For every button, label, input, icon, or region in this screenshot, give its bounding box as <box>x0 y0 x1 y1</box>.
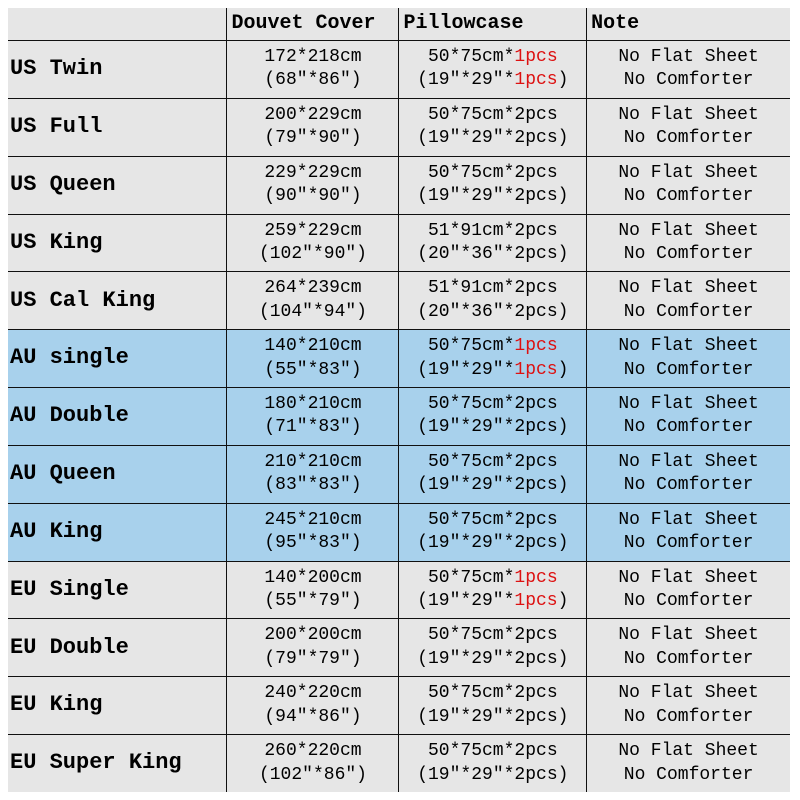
cell-note: No Flat SheetNo Comforter <box>587 214 790 272</box>
header-pillow: Pillowcase <box>399 8 587 41</box>
cell-size: EU Single <box>8 561 227 619</box>
cell-duvet: 229*229cm(90″*90″) <box>227 156 399 214</box>
cell-pillowcase: 50*75cm*2pcs(19″*29″*2pcs) <box>399 735 587 792</box>
cell-size: EU Double <box>8 619 227 677</box>
cell-duvet: 200*229cm(79″*90″) <box>227 98 399 156</box>
cell-note: No Flat SheetNo Comforter <box>587 41 790 99</box>
cell-pillowcase: 50*75cm*2pcs(19″*29″*2pcs) <box>399 677 587 735</box>
cell-size: AU single <box>8 330 227 388</box>
cell-pillowcase: 51*91cm*2pcs(20″*36″*2pcs) <box>399 272 587 330</box>
cell-size: US King <box>8 214 227 272</box>
cell-note: No Flat SheetNo Comforter <box>587 98 790 156</box>
cell-size: EU King <box>8 677 227 735</box>
header-duvet: Douvet Cover <box>227 8 399 41</box>
cell-note: No Flat SheetNo Comforter <box>587 445 790 503</box>
cell-size: AU Double <box>8 388 227 446</box>
table-row: EU Double200*200cm(79″*79″)50*75cm*2pcs(… <box>8 619 790 677</box>
cell-pillowcase: 50*75cm*2pcs(19″*29″*2pcs) <box>399 388 587 446</box>
cell-note: No Flat SheetNo Comforter <box>587 619 790 677</box>
cell-note: No Flat SheetNo Comforter <box>587 388 790 446</box>
table-row: US Cal King264*239cm(104″*94″)51*91cm*2p… <box>8 272 790 330</box>
cell-duvet: 264*239cm(104″*94″) <box>227 272 399 330</box>
table-row: US King259*229cm(102″*90″)51*91cm*2pcs(2… <box>8 214 790 272</box>
cell-duvet: 245*210cm(95″*83″) <box>227 503 399 561</box>
cell-duvet: 140*210cm(55″*83″) <box>227 330 399 388</box>
cell-size: US Full <box>8 98 227 156</box>
header-size <box>8 8 227 41</box>
table-row: EU Single140*200cm(55″*79″)50*75cm*1pcs(… <box>8 561 790 619</box>
table-row: EU King240*220cm(94″*86″)50*75cm*2pcs(19… <box>8 677 790 735</box>
cell-pillowcase: 50*75cm*2pcs(19″*29″*2pcs) <box>399 445 587 503</box>
cell-size: AU Queen <box>8 445 227 503</box>
cell-size: AU King <box>8 503 227 561</box>
table-row: US Queen229*229cm(90″*90″)50*75cm*2pcs(1… <box>8 156 790 214</box>
cell-duvet: 172*218cm(68″*86″) <box>227 41 399 99</box>
cell-note: No Flat SheetNo Comforter <box>587 156 790 214</box>
table-row: US Full200*229cm(79″*90″)50*75cm*2pcs(19… <box>8 98 790 156</box>
table-row: AU Queen210*210cm(83″*83″)50*75cm*2pcs(1… <box>8 445 790 503</box>
cell-size: EU Super King <box>8 735 227 792</box>
cell-pillowcase: 50*75cm*2pcs(19″*29″*2pcs) <box>399 156 587 214</box>
cell-size: US Twin <box>8 41 227 99</box>
bedding-size-table: Douvet Cover Pillowcase Note US Twin172*… <box>8 8 790 792</box>
cell-pillowcase: 51*91cm*2pcs(20″*36″*2pcs) <box>399 214 587 272</box>
cell-size: US Queen <box>8 156 227 214</box>
table-row: AU Double180*210cm(71″*83″)50*75cm*2pcs(… <box>8 388 790 446</box>
cell-pillowcase: 50*75cm*1pcs(19″*29″*1pcs) <box>399 330 587 388</box>
table-row: AU King245*210cm(95″*83″)50*75cm*2pcs(19… <box>8 503 790 561</box>
cell-pillowcase: 50*75cm*2pcs(19″*29″*2pcs) <box>399 98 587 156</box>
cell-pillowcase: 50*75cm*2pcs(19″*29″*2pcs) <box>399 619 587 677</box>
cell-pillowcase: 50*75cm*1pcs(19″*29″*1pcs) <box>399 561 587 619</box>
cell-note: No Flat SheetNo Comforter <box>587 272 790 330</box>
table-row: US Twin172*218cm(68″*86″)50*75cm*1pcs(19… <box>8 41 790 99</box>
cell-duvet: 259*229cm(102″*90″) <box>227 214 399 272</box>
table-row: AU single140*210cm(55″*83″)50*75cm*1pcs(… <box>8 330 790 388</box>
cell-note: No Flat SheetNo Comforter <box>587 503 790 561</box>
cell-note: No Flat SheetNo Comforter <box>587 677 790 735</box>
cell-note: No Flat SheetNo Comforter <box>587 330 790 388</box>
table-row: EU Super King260*220cm(102″*86″)50*75cm*… <box>8 735 790 792</box>
cell-duvet: 260*220cm(102″*86″) <box>227 735 399 792</box>
header-note: Note <box>587 8 790 41</box>
cell-note: No Flat SheetNo Comforter <box>587 735 790 792</box>
cell-duvet: 210*210cm(83″*83″) <box>227 445 399 503</box>
cell-duvet: 180*210cm(71″*83″) <box>227 388 399 446</box>
cell-size: US Cal King <box>8 272 227 330</box>
cell-pillowcase: 50*75cm*1pcs(19″*29″*1pcs) <box>399 41 587 99</box>
cell-duvet: 240*220cm(94″*86″) <box>227 677 399 735</box>
cell-duvet: 200*200cm(79″*79″) <box>227 619 399 677</box>
table-header-row: Douvet Cover Pillowcase Note <box>8 8 790 41</box>
cell-pillowcase: 50*75cm*2pcs(19″*29″*2pcs) <box>399 503 587 561</box>
cell-note: No Flat SheetNo Comforter <box>587 561 790 619</box>
cell-duvet: 140*200cm(55″*79″) <box>227 561 399 619</box>
